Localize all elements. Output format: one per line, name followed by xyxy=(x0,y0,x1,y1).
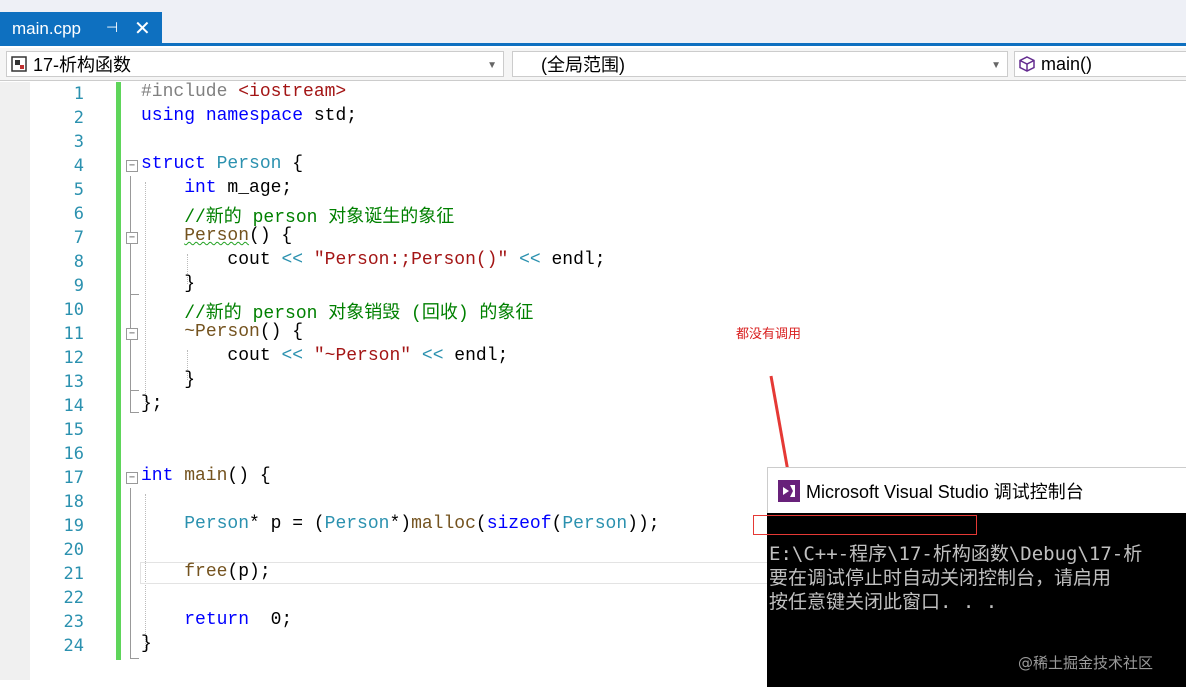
project-icon xyxy=(11,56,27,72)
code-line-13: } xyxy=(141,370,196,390)
tab-title: main.cpp xyxy=(12,19,81,38)
method-cube-icon xyxy=(1019,56,1035,72)
member-dropdown[interactable]: main() xyxy=(1014,51,1186,77)
code-line-21: free(p); xyxy=(184,562,271,582)
line-number: 16 xyxy=(63,444,84,464)
line-number: 15 xyxy=(63,420,84,440)
tab-main-cpp[interactable]: main.cpp ⊣ ✕ xyxy=(0,12,162,46)
console-line: 按任意键关闭此窗口. . . xyxy=(769,591,998,613)
outline-bracket xyxy=(130,344,139,391)
code-line-19: Person* p = (Person*)malloc(sizeof(Perso… xyxy=(184,514,660,534)
console-title: Microsoft Visual Studio 调试控制台 xyxy=(806,481,1084,502)
console-titlebar[interactable]: Microsoft Visual Studio 调试控制台 xyxy=(767,467,1186,513)
line-number: 6 xyxy=(73,204,84,224)
line-number: 13 xyxy=(63,372,84,392)
close-icon[interactable]: ✕ xyxy=(134,16,151,40)
code-line-14: }; xyxy=(141,394,163,414)
line-number: 12 xyxy=(63,348,84,368)
watermark: @稀土掘金技术社区 xyxy=(1018,654,1154,672)
code-line-5: int m_age; xyxy=(141,178,293,198)
collapse-toggle[interactable]: − xyxy=(126,232,138,244)
line-number: 22 xyxy=(63,588,84,608)
project-name: 17-析构函数 xyxy=(33,55,132,75)
line-number: 23 xyxy=(63,612,84,632)
annotation-highlight-box xyxy=(753,515,977,535)
visual-studio-icon xyxy=(778,479,800,502)
code-line-8: cout << "Person:;Person()" << endl; xyxy=(141,250,606,270)
code-line-1: #include <iostream> xyxy=(141,82,347,102)
code-line-10: //新的 person 对象销毁 (回收) 的象征 xyxy=(141,304,534,324)
line-number: 5 xyxy=(73,180,84,200)
line-number: 21 xyxy=(63,564,84,584)
chevron-down-icon[interactable]: ▼ xyxy=(991,60,1001,71)
line-number: 19 xyxy=(63,516,84,536)
indicator-margin xyxy=(0,82,30,680)
code-line-12: cout << "~Person" << endl; xyxy=(141,346,509,366)
line-number: 11 xyxy=(63,324,84,344)
change-tracking-bar xyxy=(116,82,121,660)
navigation-bar: 17-析构函数 ▼ (全局范围) ▼ main() xyxy=(0,48,1186,81)
code-line-11: ~Person() { xyxy=(184,322,304,342)
line-number: 4 xyxy=(73,156,84,176)
line-number: 7 xyxy=(73,228,84,248)
line-number: 9 xyxy=(73,276,84,296)
code-line-24: } xyxy=(141,634,152,654)
code-line-7: Person() { xyxy=(184,226,293,246)
line-number: 14 xyxy=(63,396,84,416)
code-line-2: using namespace std; xyxy=(141,106,358,126)
line-number: 1 xyxy=(73,84,84,104)
tab-strip: main.cpp ⊣ ✕ xyxy=(0,0,1186,46)
line-number: 18 xyxy=(63,492,84,512)
line-number: 8 xyxy=(73,252,84,272)
console-line: E:\C++-程序\17-析构函数\Debug\17-析 xyxy=(769,543,1143,565)
line-number: 3 xyxy=(73,132,84,152)
code-line-4: struct Person { xyxy=(141,154,304,174)
pin-icon[interactable]: ⊣ xyxy=(106,20,118,36)
code-line-6: //新的 person 对象诞生的象征 xyxy=(141,208,455,228)
line-number: 10 xyxy=(63,300,84,320)
console-line: 要在调试停止时自动关闭控制台，请启用 xyxy=(769,567,1112,589)
outline-bracket xyxy=(130,248,139,295)
line-number: 2 xyxy=(73,108,84,128)
scope-dropdown[interactable]: (全局范围) ▼ xyxy=(512,51,1008,77)
line-number: 24 xyxy=(63,636,84,656)
line-number: 20 xyxy=(63,540,84,560)
code-line-17: int main() { xyxy=(141,466,271,486)
collapse-toggle[interactable]: − xyxy=(126,472,138,484)
code-line-23: return 0; xyxy=(184,610,293,630)
code-line-9: } xyxy=(141,274,196,294)
collapse-toggle[interactable]: − xyxy=(126,160,138,172)
member-name: main() xyxy=(1041,53,1093,74)
outline-bracket xyxy=(130,488,139,659)
scope-name: (全局范围) xyxy=(541,55,625,75)
chevron-down-icon[interactable]: ▼ xyxy=(487,60,497,71)
line-number: 17 xyxy=(63,468,84,488)
annotation-label: 都没有调用 xyxy=(736,327,802,342)
project-dropdown[interactable]: 17-析构函数 ▼ xyxy=(6,51,504,77)
collapse-toggle[interactable]: − xyxy=(126,328,138,340)
